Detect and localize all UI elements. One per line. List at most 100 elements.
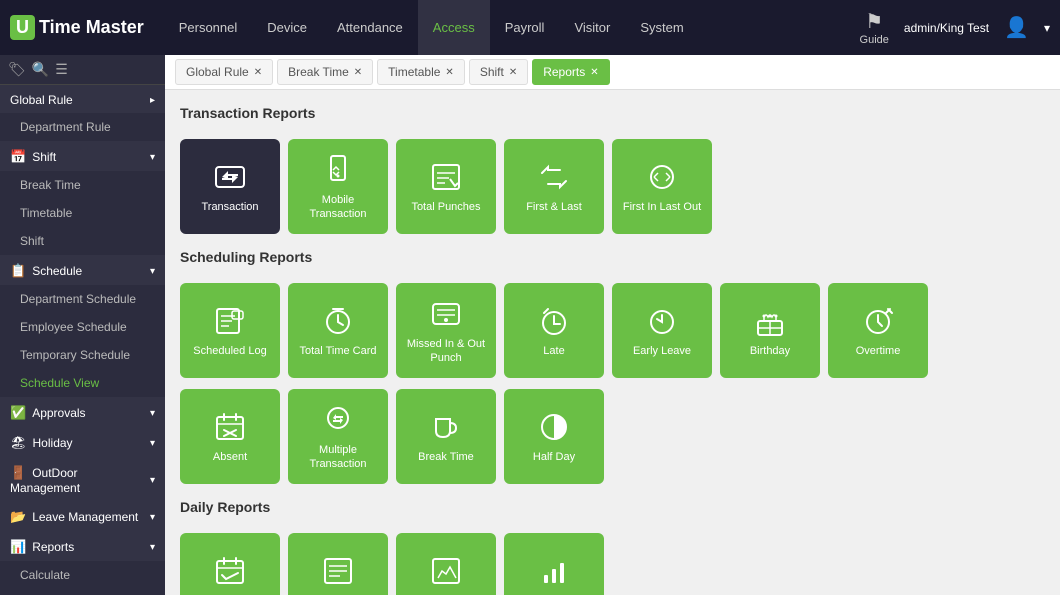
tab-break-time[interactable]: Break Time ✕ — [277, 59, 373, 85]
guide-button[interactable]: ⚑ Guide — [860, 9, 889, 46]
sidebar-section-approvals[interactable]: ✅Approvals ▾ — [0, 397, 165, 427]
tab-shift[interactable]: Shift ✕ — [469, 59, 528, 85]
tab-global-rule-close[interactable]: ✕ — [254, 67, 262, 78]
card-birthday-label: Birthday — [750, 345, 790, 358]
user-label: admin/King Test — [904, 21, 989, 35]
card-multiple-transaction-label: Multiple Transaction — [296, 444, 380, 470]
outdoor-icon: 🚪 — [10, 465, 26, 480]
card-daily-attendance[interactable]: Daily Attendance — [180, 533, 280, 595]
main: Global Rule ✕ Break Time ✕ Timetable ✕ S… — [165, 55, 1060, 595]
card-scheduled-log[interactable]: Scheduled Log — [180, 283, 280, 378]
scheduling-reports-grid-row2: Absent Multiple Transaction — [180, 389, 1045, 484]
sidebar-item-timetable[interactable]: Timetable — [0, 199, 165, 227]
tab-timetable-close[interactable]: ✕ — [445, 67, 453, 78]
card-total-punches[interactable]: Total Punches — [396, 139, 496, 234]
nav-payroll[interactable]: Payroll — [490, 0, 560, 55]
sidebar-item-employee-schedule[interactable]: Employee Schedule — [0, 313, 165, 341]
card-daily-details[interactable]: Daily Details — [288, 533, 388, 595]
scheduled-log-icon — [212, 303, 248, 339]
user-menu-chevron[interactable]: ▾ — [1044, 21, 1050, 35]
tab-timetable-label: Timetable — [388, 65, 440, 79]
sidebar-section-schedule[interactable]: 📋Schedule ▾ — [0, 255, 165, 285]
card-half-day[interactable]: Half Day — [504, 389, 604, 484]
shift-label: Shift — [32, 150, 56, 164]
card-transaction[interactable]: Transaction — [180, 139, 280, 234]
sidebar-section-outdoor[interactable]: 🚪OutDoor Management ▾ — [0, 457, 165, 501]
card-break-time[interactable]: Break Time — [396, 389, 496, 484]
tab-reports-close[interactable]: ✕ — [590, 67, 598, 78]
card-birthday[interactable]: Birthday — [720, 283, 820, 378]
multiple-transaction-icon — [320, 402, 356, 438]
guide-icon: ⚑ — [865, 9, 883, 34]
nav-visitor[interactable]: Visitor — [559, 0, 625, 55]
reports-label: Reports — [32, 540, 74, 554]
card-overtime[interactable]: Overtime — [828, 283, 928, 378]
tab-timetable[interactable]: Timetable ✕ — [377, 59, 465, 85]
sidebar-item-calculate[interactable]: Calculate — [0, 561, 165, 589]
card-daily-status[interactable]: Daily Status — [504, 533, 604, 595]
sidebar-item-department-rule[interactable]: Department Rule — [0, 113, 165, 141]
chevron-down-icon: ▸ — [150, 95, 155, 106]
sidebar-item-reports[interactable]: Reports — [0, 589, 165, 595]
nav-personnel[interactable]: Personnel — [164, 0, 253, 55]
card-daily-summary[interactable]: Daily Summary — [396, 533, 496, 595]
list-icon[interactable]: ☰ — [55, 61, 68, 78]
search-icon[interactable]: 🔍 — [32, 61, 49, 78]
content: Transaction Reports Transaction — [165, 90, 1060, 595]
card-missed-punch-label: Missed In & Out Punch — [404, 338, 488, 364]
transaction-reports-grid: Transaction Mobile Transaction — [180, 139, 1045, 234]
tab-shift-close[interactable]: ✕ — [509, 67, 517, 78]
tab-reports[interactable]: Reports ✕ — [532, 59, 609, 85]
approvals-label: Approvals — [32, 406, 85, 420]
holiday-chevron: ▾ — [150, 438, 155, 449]
card-early-leave[interactable]: Early Leave — [612, 283, 712, 378]
sidebar-section-holiday[interactable]: 🏖Holiday ▾ — [0, 427, 165, 457]
card-scheduled-log-label: Scheduled Log — [193, 345, 266, 358]
sidebar-item-break-time[interactable]: Break Time — [0, 171, 165, 199]
daily-reports-title: Daily Reports — [180, 499, 1045, 521]
logo: U Time Master — [10, 15, 144, 40]
card-missed-punch[interactable]: Missed In & Out Punch — [396, 283, 496, 378]
tag-icon[interactable]: 🏷 — [8, 61, 26, 78]
sidebar-item-dept-schedule[interactable]: Department Schedule — [0, 285, 165, 313]
tab-global-rule[interactable]: Global Rule ✕ — [175, 59, 273, 85]
sidebar-section-global-rule[interactable]: Global Rule ▸ — [0, 85, 165, 113]
sidebar-section-shift[interactable]: 📅Shift ▾ — [0, 141, 165, 171]
sidebar-item-temporary-schedule[interactable]: Temporary Schedule — [0, 341, 165, 369]
nav-attendance[interactable]: Attendance — [322, 0, 418, 55]
daily-attendance-icon — [212, 553, 248, 589]
card-first-last[interactable]: First & Last — [504, 139, 604, 234]
daily-details-icon — [320, 553, 356, 589]
daily-summary-icon — [428, 553, 464, 589]
user-avatar-icon[interactable]: 👤 — [1004, 15, 1029, 40]
card-mobile-transaction[interactable]: Mobile Transaction — [288, 139, 388, 234]
card-absent[interactable]: Absent — [180, 389, 280, 484]
sidebar-item-schedule-view[interactable]: Schedule View — [0, 369, 165, 397]
sidebar: 🏷 🔍 ☰ Global Rule ▸ Department Rule 📅Shi… — [0, 55, 165, 595]
card-late[interactable]: Late — [504, 283, 604, 378]
card-half-day-label: Half Day — [533, 451, 575, 464]
daily-reports-grid: Daily Attendance Daily Details — [180, 533, 1045, 595]
card-first-in-last-out[interactable]: First In Last Out — [612, 139, 712, 234]
card-total-time-card[interactable]: Total Time Card — [288, 283, 388, 378]
leave-icon: 📂 — [10, 509, 26, 524]
tab-break-time-close[interactable]: ✕ — [354, 67, 362, 78]
daily-status-icon — [536, 553, 572, 589]
card-total-punches-label: Total Punches — [411, 201, 480, 214]
card-break-time-label: Break Time — [418, 451, 474, 464]
card-transaction-label: Transaction — [201, 201, 258, 214]
nav-device[interactable]: Device — [252, 0, 322, 55]
sidebar-item-shift[interactable]: Shift — [0, 227, 165, 255]
sidebar-section-reports[interactable]: 📊Reports ▾ — [0, 531, 165, 561]
half-day-icon — [536, 409, 572, 445]
card-multiple-transaction[interactable]: Multiple Transaction — [288, 389, 388, 484]
sidebar-section-leave[interactable]: 📂Leave Management ▾ — [0, 501, 165, 531]
break-time-icon — [428, 409, 464, 445]
nav-access[interactable]: Access — [418, 0, 490, 55]
schedule-chevron: ▾ — [150, 266, 155, 277]
nav-system[interactable]: System — [625, 0, 698, 55]
reports-icon: 📊 — [10, 539, 26, 554]
late-icon — [536, 303, 572, 339]
first-last-icon — [536, 159, 572, 195]
logo-u: U — [10, 15, 35, 40]
